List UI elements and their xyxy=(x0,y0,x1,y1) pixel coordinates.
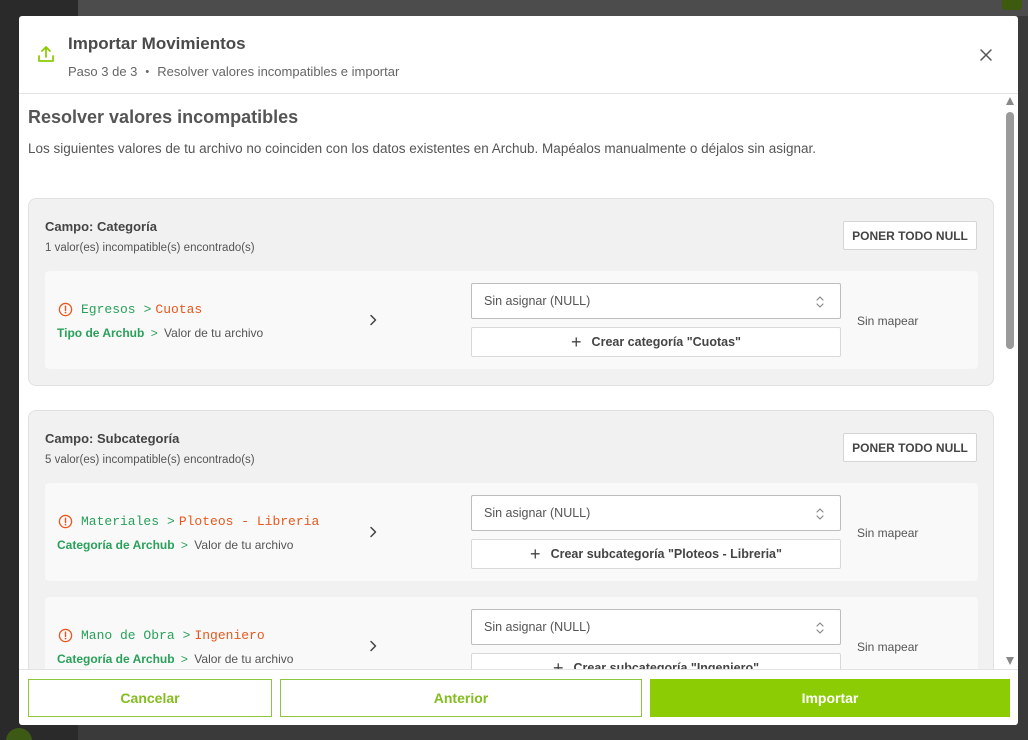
cancel-button[interactable]: Cancelar xyxy=(28,679,272,717)
warning-circle-icon xyxy=(58,514,73,529)
file-value: Ploteos - Libreria xyxy=(178,514,320,529)
chevron-right-icon xyxy=(370,526,377,538)
updown-icon xyxy=(816,622,824,634)
scrollbar[interactable] xyxy=(1004,94,1016,669)
create-label: Crear subcategoría "Ingeniero" xyxy=(573,661,760,669)
archub-type: Materiales xyxy=(81,514,160,529)
legend-value: Valor de tu archivo xyxy=(194,652,294,666)
chevron-right-icon xyxy=(370,314,377,326)
path-separator: > xyxy=(167,514,175,529)
create-subcategory-button[interactable]: + Crear subcategoría "Ploteos - Libreria… xyxy=(471,539,841,569)
create-label: Crear categoría "Cuotas" xyxy=(591,335,741,349)
legend-type: Categoría de Archub xyxy=(57,538,175,552)
chevron-right-icon xyxy=(370,640,377,652)
create-subcategory-button[interactable]: + Crear subcategoría "Ingeniero" xyxy=(471,653,841,669)
value-path: Materiales > Ploteos - Libreria xyxy=(81,514,319,529)
value-legend: Categoría de Archub > Valor de tu archiv… xyxy=(57,538,293,552)
scroll-up-arrow-icon[interactable] xyxy=(1006,97,1014,105)
close-icon[interactable] xyxy=(978,47,994,63)
set-all-null-button[interactable]: PONER TODO NULL xyxy=(843,221,977,250)
step-indicator: Paso 3 de 3 xyxy=(68,64,138,79)
updown-icon xyxy=(816,296,824,308)
field-count: 5 valor(es) incompatible(s) encontrado(s… xyxy=(45,454,255,466)
legend-separator: > xyxy=(180,538,188,552)
file-value: Cuotas xyxy=(155,302,203,317)
mapping-status: Sin mapear xyxy=(857,314,919,328)
section-description: Los siguientes valores de tu archivo no … xyxy=(28,141,816,156)
mapping-row: Mano de Obra > Ingeniero Categoría de Ar… xyxy=(45,597,978,669)
modal-title: Importar Movimientos xyxy=(68,34,246,53)
modal-body: Resolver valores incompatibles Los sigui… xyxy=(19,94,1018,669)
app-header-button-dimmed xyxy=(1002,0,1022,10)
legend-type: Tipo de Archub xyxy=(57,326,145,340)
value-legend: Categoría de Archub > Valor de tu archiv… xyxy=(57,652,293,666)
value-path: Mano de Obra > Ingeniero xyxy=(81,628,265,643)
legend-separator: > xyxy=(150,326,158,340)
plus-icon: + xyxy=(552,658,564,669)
mapping-select[interactable]: Sin asignar (NULL) xyxy=(471,283,841,319)
updown-icon xyxy=(816,508,824,520)
mapping-status: Sin mapear xyxy=(857,640,919,654)
mapping-select[interactable]: Sin asignar (NULL) xyxy=(471,495,841,531)
field-name: Campo: Categoría xyxy=(45,219,157,234)
path-separator: > xyxy=(182,628,191,643)
value-path: Egresos > Cuotas xyxy=(81,302,202,317)
mapping-row: Materiales > Ploteos - Libreria Categorí… xyxy=(45,483,978,581)
create-category-button[interactable]: + Crear categoría "Cuotas" xyxy=(471,327,841,357)
step-description: Resolver valores incompatibles e importa… xyxy=(157,64,400,79)
scroll-down-arrow-icon[interactable] xyxy=(1006,657,1014,665)
legend-separator: > xyxy=(180,652,188,666)
modal-subtitle: Paso 3 de 3 • Resolver valores incompati… xyxy=(68,64,399,79)
value-legend: Tipo de Archub > Valor de tu archivo xyxy=(57,326,263,340)
mapping-row: Egresos > Cuotas Tipo de Archub > Valor … xyxy=(45,271,978,369)
field-count: 1 valor(es) incompatible(s) encontrado(s… xyxy=(45,242,255,254)
plus-icon: + xyxy=(571,332,582,352)
create-label: Crear subcategoría "Ploteos - Libreria" xyxy=(550,547,782,561)
field-name: Campo: Subcategoría xyxy=(45,431,180,446)
field-card-subcategoria: Campo: Subcategoría 5 valor(es) incompat… xyxy=(28,410,994,669)
archub-type: Mano de Obra xyxy=(81,628,175,643)
modal-header: Importar Movimientos Paso 3 de 3 • Resol… xyxy=(19,16,1018,94)
legend-type: Categoría de Archub xyxy=(57,652,175,666)
file-value: Ingeniero xyxy=(194,628,265,643)
scroll-thumb[interactable] xyxy=(1006,112,1014,349)
set-all-null-button[interactable]: PONER TODO NULL xyxy=(843,433,977,462)
modal-footer: Cancelar Anterior Importar xyxy=(19,669,1018,725)
previous-button[interactable]: Anterior xyxy=(280,679,642,717)
select-value: Sin asignar (NULL) xyxy=(484,506,591,520)
mapping-select[interactable]: Sin asignar (NULL) xyxy=(471,609,841,645)
legend-value: Valor de tu archivo xyxy=(194,538,294,552)
upload-icon xyxy=(38,46,54,62)
import-modal: Importar Movimientos Paso 3 de 3 • Resol… xyxy=(19,16,1018,725)
archub-type: Egresos xyxy=(81,302,136,317)
mapping-status: Sin mapear xyxy=(857,526,919,540)
field-card-categoria: Campo: Categoría 1 valor(es) incompatibl… xyxy=(28,198,994,386)
section-title: Resolver valores incompatibles xyxy=(28,107,299,127)
path-separator: > xyxy=(143,302,152,317)
import-button[interactable]: Importar xyxy=(650,679,1010,717)
legend-value: Valor de tu archivo xyxy=(164,326,264,340)
step-separator: • xyxy=(145,65,150,78)
select-value: Sin asignar (NULL) xyxy=(484,620,591,634)
select-value: Sin asignar (NULL) xyxy=(484,294,591,308)
plus-icon: + xyxy=(530,544,541,564)
app-header-dimmed xyxy=(78,0,1028,16)
warning-circle-icon xyxy=(58,302,73,317)
warning-circle-icon xyxy=(58,628,73,643)
